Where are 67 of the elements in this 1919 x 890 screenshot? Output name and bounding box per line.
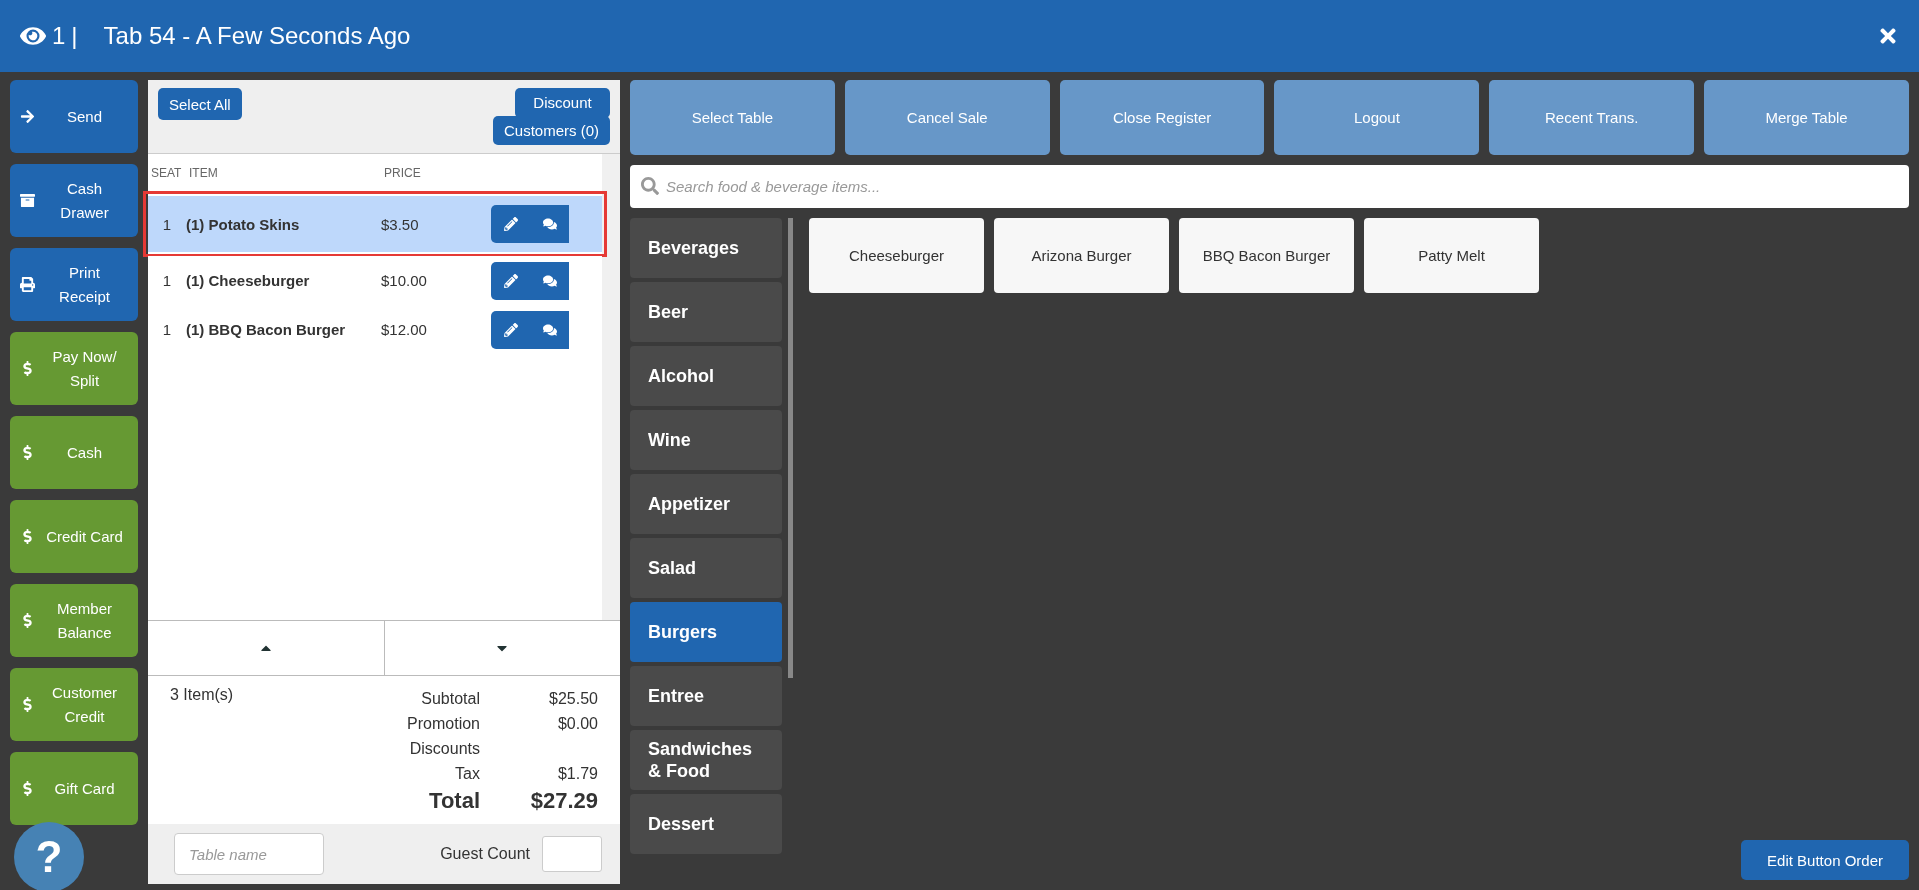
edit-order-button[interactable]: Edit Button Order (1741, 840, 1909, 880)
category-button[interactable]: Sandwiches & Food (630, 730, 782, 790)
action-button[interactable]: Credit Card (10, 500, 138, 573)
total-value: $1.79 (556, 764, 598, 784)
category-button[interactable]: Beverages (630, 218, 782, 278)
menu-item-button[interactable]: BBQ Bacon Burger (1179, 218, 1354, 293)
action-button[interactable]: Member Balance (10, 584, 138, 657)
search-icon (641, 177, 659, 195)
total-value: $25.50 (548, 689, 598, 709)
menu-item-button[interactable]: Patty Melt (1364, 218, 1539, 293)
toolbar-button[interactable]: Close Register (1059, 80, 1265, 155)
drawer-icon (20, 193, 35, 208)
total-value: $0.00 (556, 714, 598, 734)
price-cell-text: $3.50 (381, 215, 420, 233)
category-button[interactable]: Salad (630, 538, 782, 598)
total-label: Total (428, 787, 480, 815)
action-button[interactable]: Send (10, 80, 138, 153)
separator: | (71, 22, 78, 50)
total-label: Promotion (407, 714, 480, 734)
toolbar-button[interactable]: Select Table (630, 80, 835, 155)
price-cell-text: $12.00 (381, 321, 428, 338)
menu-item-button[interactable]: Arizona Burger (994, 218, 1169, 293)
arrow-right-icon (20, 109, 35, 124)
customers-button[interactable]: Customers (0) (492, 115, 610, 145)
price-cell-text: $10.00 (381, 272, 428, 289)
item-cell-text: (1) Cheeseburger (186, 272, 311, 289)
column-header: ITEM (188, 166, 219, 180)
category-button[interactable]: Entree (630, 666, 782, 726)
category-button[interactable]: Wine (630, 410, 782, 470)
category-button[interactable]: Beer (630, 282, 782, 342)
action-button[interactable]: Cash Drawer (10, 164, 138, 237)
menu-item-button[interactable]: Cheeseburger (809, 218, 984, 293)
discount-button[interactable]: Discount (515, 88, 610, 118)
help-button[interactable]: ? (14, 822, 84, 890)
item-count: 3 Item(s) (170, 686, 235, 705)
table-name-field[interactable]: Table name (174, 833, 324, 875)
total-label: Subtotal (420, 689, 480, 709)
action-button[interactable]: Print Receipt (10, 248, 138, 321)
toolbar-button[interactable]: Recent Trans. (1489, 80, 1695, 155)
action-button[interactable]: Gift Card (10, 752, 138, 825)
category-button[interactable]: Burgers (630, 602, 782, 662)
item-cell-text: (1) Potato Skins (186, 215, 301, 233)
category-button[interactable]: Appetizer (630, 474, 782, 534)
action-button[interactable]: Customer Credit (10, 668, 138, 741)
seat-cell-text: 1 (161, 215, 173, 233)
seat-cell-text: 1 (161, 272, 173, 289)
printer-icon (20, 277, 35, 292)
action-button[interactable]: Cash (10, 416, 138, 489)
category-button[interactable]: Dessert (630, 794, 782, 854)
window-title: Tab 54 - A Few Seconds Ago (103, 22, 411, 50)
guest-count-field[interactable] (542, 836, 602, 872)
toolbar-button[interactable]: Logout (1274, 80, 1480, 155)
guest-count-label: Guest Count (440, 845, 530, 863)
seat-cell-text: 1 (161, 321, 173, 338)
action-button[interactable]: Pay Now/ Split (10, 332, 138, 405)
total-value: $27.29 (529, 787, 598, 815)
total-label: Discounts (408, 739, 480, 759)
toolbar-button[interactable]: Cancel Sale (844, 80, 1050, 155)
search-field[interactable]: Search food & beverage items... (630, 165, 1909, 208)
total-label: Tax (454, 764, 480, 784)
item-cell-text: (1) BBQ Bacon Burger (186, 321, 347, 338)
column-header: PRICE (383, 166, 422, 180)
view-count: 1 (52, 22, 66, 50)
select-all-button[interactable]: Select All (158, 88, 242, 120)
column-header: SEAT (150, 166, 183, 180)
category-button[interactable]: Alcohol (630, 346, 782, 406)
toolbar-button[interactable]: Merge Table (1704, 80, 1909, 155)
